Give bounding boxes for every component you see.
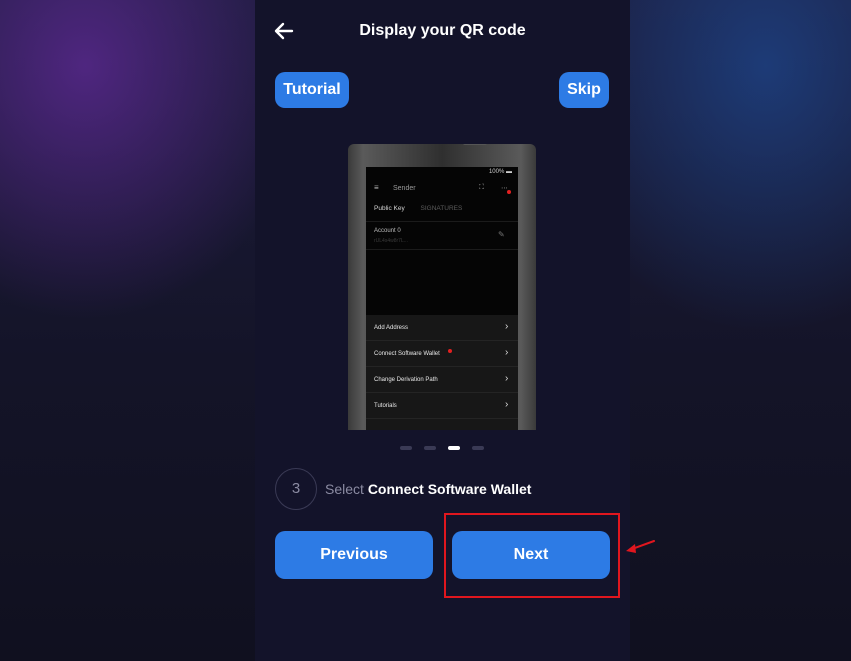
- chevron-right-icon: ›: [505, 373, 509, 384]
- annotation-arrow-icon: [626, 540, 655, 553]
- device-illustration: 100% ▬ ≡ Sender ⛶ ⋯ Public Key SIGNATURE…: [348, 144, 536, 430]
- pager-dot[interactable]: [448, 446, 460, 450]
- carousel-pager: [400, 446, 486, 450]
- tab-public-key: Public Key: [374, 205, 405, 212]
- divider: [366, 249, 518, 250]
- device-tabs: Public Key SIGNATURES: [374, 205, 462, 212]
- step-emphasis: Connect Software Wallet: [367, 481, 532, 497]
- device-app-bar: ≡ Sender ⛶ ⋯: [366, 175, 518, 195]
- sheet-item-connect-software-wallet: Connect Software Wallet ›: [366, 341, 518, 367]
- step-number-badge: 3: [275, 468, 317, 510]
- device-side-button: [463, 144, 487, 145]
- step-instruction: Select Connect Software Wallet: [325, 481, 531, 497]
- device-bottom-sheet: Add Address › Connect Software Wallet › …: [366, 315, 518, 430]
- tutorial-button[interactable]: Tutorial: [275, 72, 349, 108]
- hamburger-icon: ≡: [374, 183, 379, 192]
- account-address: rUL4s4w8r7L...: [374, 238, 408, 244]
- step-prefix: Select: [325, 481, 364, 497]
- page-title: Display your QR code: [359, 22, 526, 39]
- chevron-right-icon: ›: [505, 347, 509, 358]
- chevron-right-icon: ›: [505, 321, 509, 332]
- chevron-right-icon: ›: [505, 399, 509, 410]
- device-app-title: Sender: [393, 185, 416, 192]
- tab-signatures: SIGNATURES: [420, 205, 463, 212]
- pencil-icon: ✎: [498, 230, 505, 239]
- sheet-item-label: Tutorials: [374, 403, 397, 409]
- notification-dot: [507, 190, 511, 194]
- device-screen: 100% ▬ ≡ Sender ⛶ ⋯ Public Key SIGNATURE…: [366, 167, 518, 430]
- notification-dot: [448, 349, 452, 353]
- annotation-highlight-box: [444, 513, 620, 598]
- skip-button[interactable]: Skip: [559, 72, 609, 108]
- device-body: 100% ▬ ≡ Sender ⛶ ⋯ Public Key SIGNATURE…: [348, 144, 536, 430]
- sheet-item-tutorials: Tutorials ›: [366, 393, 518, 419]
- divider: [366, 221, 518, 222]
- sheet-item-label: Connect Software Wallet: [374, 351, 440, 357]
- scan-icon: ⛶: [479, 184, 484, 191]
- sheet-item-change-derivation-path: Change Derivation Path ›: [366, 367, 518, 393]
- sheet-item-add-address: Add Address ›: [366, 315, 518, 341]
- sheet-item-label: Change Derivation Path: [374, 377, 438, 383]
- pager-dot[interactable]: [424, 446, 436, 450]
- sheet-item-label: Add Address: [374, 325, 409, 331]
- account-name: Account 0: [374, 228, 401, 234]
- pager-dot[interactable]: [400, 446, 412, 450]
- previous-button[interactable]: Previous: [275, 531, 433, 579]
- pager-dot[interactable]: [472, 446, 484, 450]
